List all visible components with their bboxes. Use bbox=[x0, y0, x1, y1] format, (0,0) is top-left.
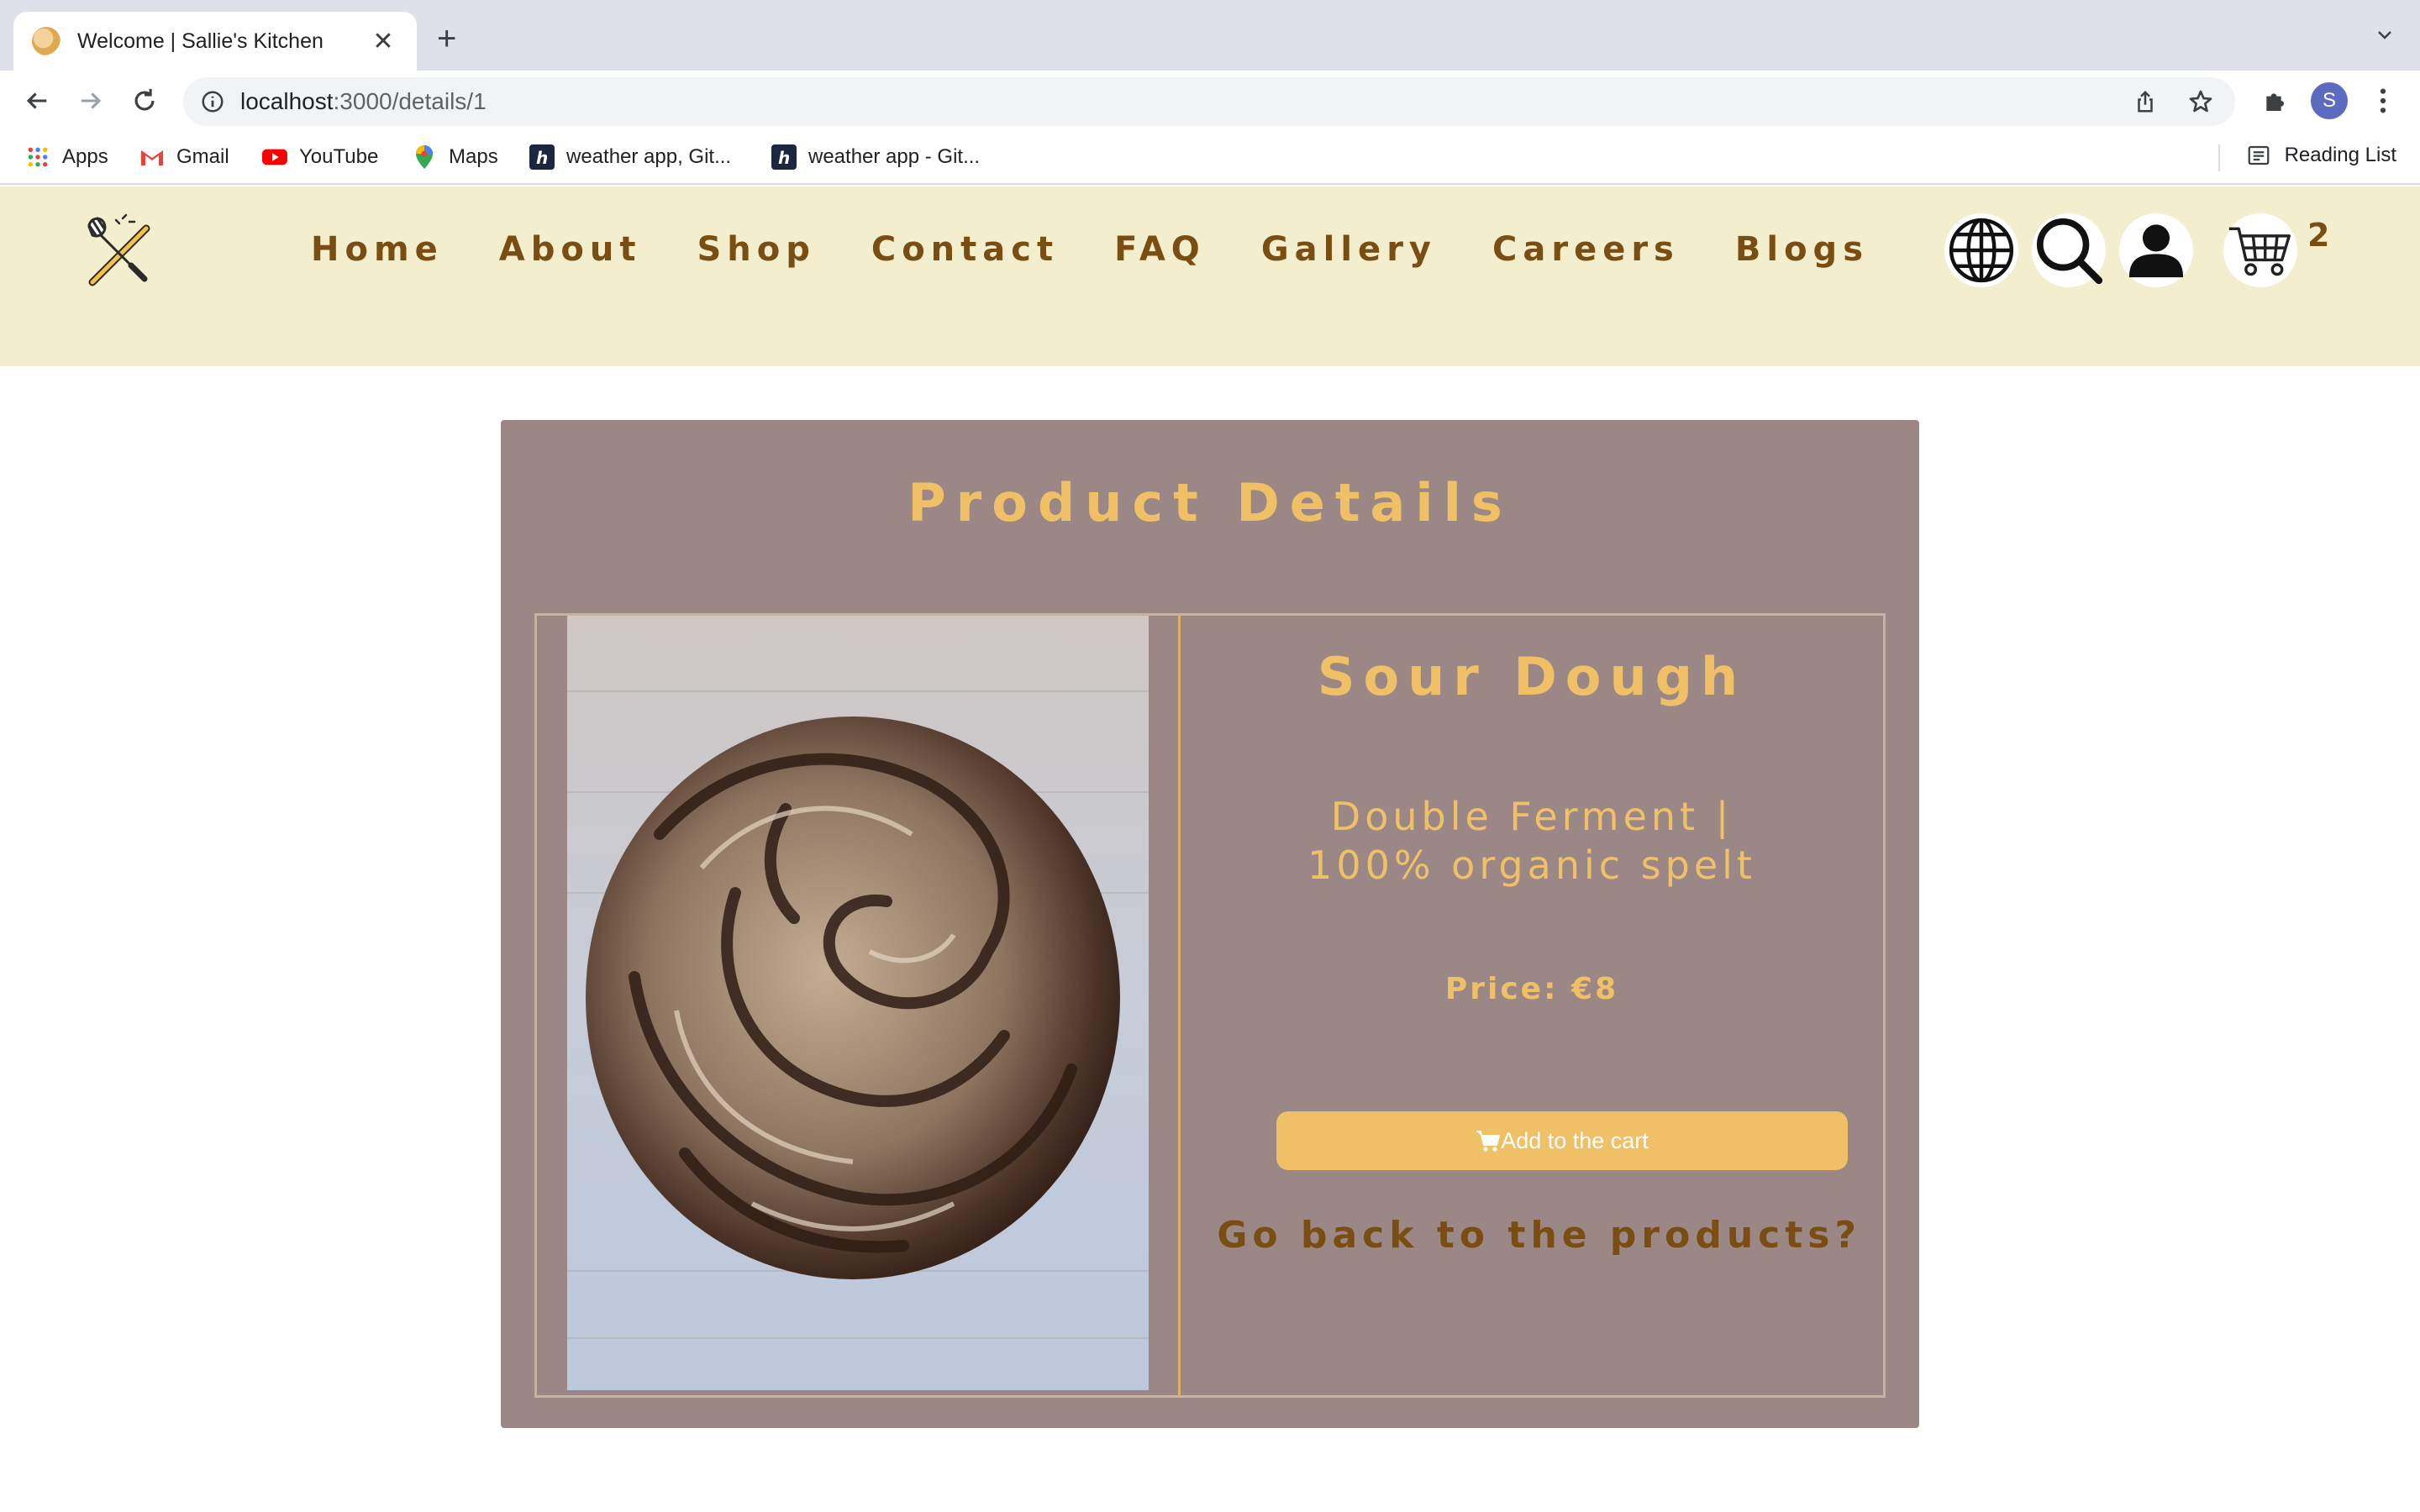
bookmark-star-icon[interactable] bbox=[2186, 87, 2215, 116]
tab-close-icon[interactable]: ✕ bbox=[368, 27, 398, 56]
browser-tabstrip: Welcome | Sallie's Kitchen ✕ + bbox=[0, 0, 2420, 71]
tab-search-chevron-icon[interactable] bbox=[2375, 25, 2395, 45]
nav-home[interactable]: Home bbox=[311, 230, 444, 269]
apps-grid-icon bbox=[25, 144, 50, 170]
bookmarks-bar: Apps Gmail YouTube Maps h weather app, G… bbox=[0, 131, 2420, 185]
reload-icon[interactable] bbox=[126, 82, 163, 119]
croissant-favicon-icon bbox=[32, 27, 60, 55]
url-text: localhost:3000/details/1 bbox=[240, 88, 487, 114]
site-header: Home About Shop Contact FAQ Gallery Care… bbox=[0, 186, 2420, 366]
address-bar[interactable]: localhost:3000/details/1 bbox=[183, 77, 2235, 126]
bookmark-label: Apps bbox=[62, 145, 108, 168]
bookmarks-divider bbox=[2218, 144, 2220, 171]
bookmark-label: Maps bbox=[449, 145, 498, 168]
profile-avatar[interactable]: S bbox=[2311, 82, 2348, 119]
more-menu-icon[interactable] bbox=[2365, 82, 2402, 119]
back-arrow-icon[interactable] bbox=[18, 82, 55, 119]
nav-blogs[interactable]: Blogs bbox=[1735, 230, 1869, 269]
back-to-products-link[interactable]: Go back to the products? bbox=[1181, 1214, 1883, 1257]
add-to-cart-label: Add to the cart bbox=[1501, 1127, 1649, 1153]
bookmark-apps[interactable]: Apps bbox=[25, 143, 108, 171]
bookmark-maps[interactable]: Maps bbox=[412, 143, 498, 171]
product-price: Price: €8 bbox=[1444, 972, 1619, 1006]
extensions-puzzle-icon[interactable] bbox=[2257, 82, 2294, 119]
page-title: Product Details bbox=[908, 472, 1512, 533]
hashnode-icon: h bbox=[771, 144, 797, 170]
youtube-icon bbox=[262, 144, 287, 170]
product-name: Sour Dough bbox=[1317, 646, 1747, 707]
nav-shop[interactable]: Shop bbox=[697, 230, 815, 269]
nav-gallery[interactable]: Gallery bbox=[1261, 230, 1437, 269]
browser-tab-active[interactable]: Welcome | Sallie's Kitchen ✕ bbox=[13, 12, 417, 71]
gmail-icon bbox=[139, 144, 165, 170]
browser-toolbar: localhost:3000/details/1 S bbox=[0, 71, 2420, 131]
user-account-icon[interactable] bbox=[2119, 213, 2193, 287]
product-info: Sour Dough Double Ferment | 100% organic… bbox=[1181, 616, 1883, 1395]
new-tab-icon[interactable]: + bbox=[437, 22, 456, 55]
add-to-cart-button[interactable]: Add to the cart bbox=[1276, 1111, 1848, 1170]
cart-count-badge: 2 bbox=[2307, 217, 2330, 254]
bookmark-gmail[interactable]: Gmail bbox=[139, 143, 229, 171]
bookmark-weather-app-1[interactable]: h weather app, Git... bbox=[529, 143, 731, 171]
bookmark-weather-app-2[interactable]: h weather app - Git... bbox=[771, 143, 980, 171]
bookmark-label: weather app - Git... bbox=[808, 145, 981, 168]
sourdough-bread-image bbox=[567, 616, 1149, 1390]
svg-text:h: h bbox=[536, 148, 548, 168]
main-nav: Home About Shop Contact FAQ Gallery Care… bbox=[311, 230, 1924, 269]
hashnode-icon: h bbox=[529, 144, 555, 170]
search-icon[interactable] bbox=[2032, 213, 2106, 287]
forward-arrow-icon[interactable] bbox=[72, 82, 109, 119]
product-details-card: Product Details Sour Dough Double Fermen… bbox=[501, 420, 1919, 1428]
product-description: Double Ferment | 100% organic spelt bbox=[1307, 794, 1756, 888]
reading-list-button[interactable]: Reading List bbox=[2246, 143, 2396, 168]
site-info-icon[interactable] bbox=[200, 89, 225, 114]
reading-list-icon bbox=[2248, 145, 2269, 165]
nav-careers[interactable]: Careers bbox=[1492, 230, 1680, 269]
tab-title: Welcome | Sallie's Kitchen bbox=[77, 29, 324, 53]
kitchen-utensils-logo-icon[interactable] bbox=[81, 212, 161, 292]
bookmark-youtube[interactable]: YouTube bbox=[262, 143, 378, 171]
share-icon[interactable] bbox=[2131, 87, 2160, 116]
bookmark-label: Gmail bbox=[176, 145, 229, 168]
language-globe-icon[interactable] bbox=[1944, 213, 2018, 287]
bookmark-label: YouTube bbox=[299, 145, 379, 168]
bookmark-label: weather app, Git... bbox=[566, 145, 732, 168]
reading-list-label: Reading List bbox=[2284, 144, 2396, 166]
cart-icon bbox=[1476, 1131, 1501, 1152]
maps-pin-icon bbox=[412, 144, 437, 170]
svg-text:h: h bbox=[778, 148, 790, 168]
nav-faq[interactable]: FAQ bbox=[1114, 230, 1206, 269]
shopping-cart-icon[interactable] bbox=[2223, 213, 2297, 287]
product-panel: Sour Dough Double Ferment | 100% organic… bbox=[534, 613, 1886, 1398]
nav-about[interactable]: About bbox=[499, 230, 642, 269]
nav-contact[interactable]: Contact bbox=[871, 230, 1059, 269]
